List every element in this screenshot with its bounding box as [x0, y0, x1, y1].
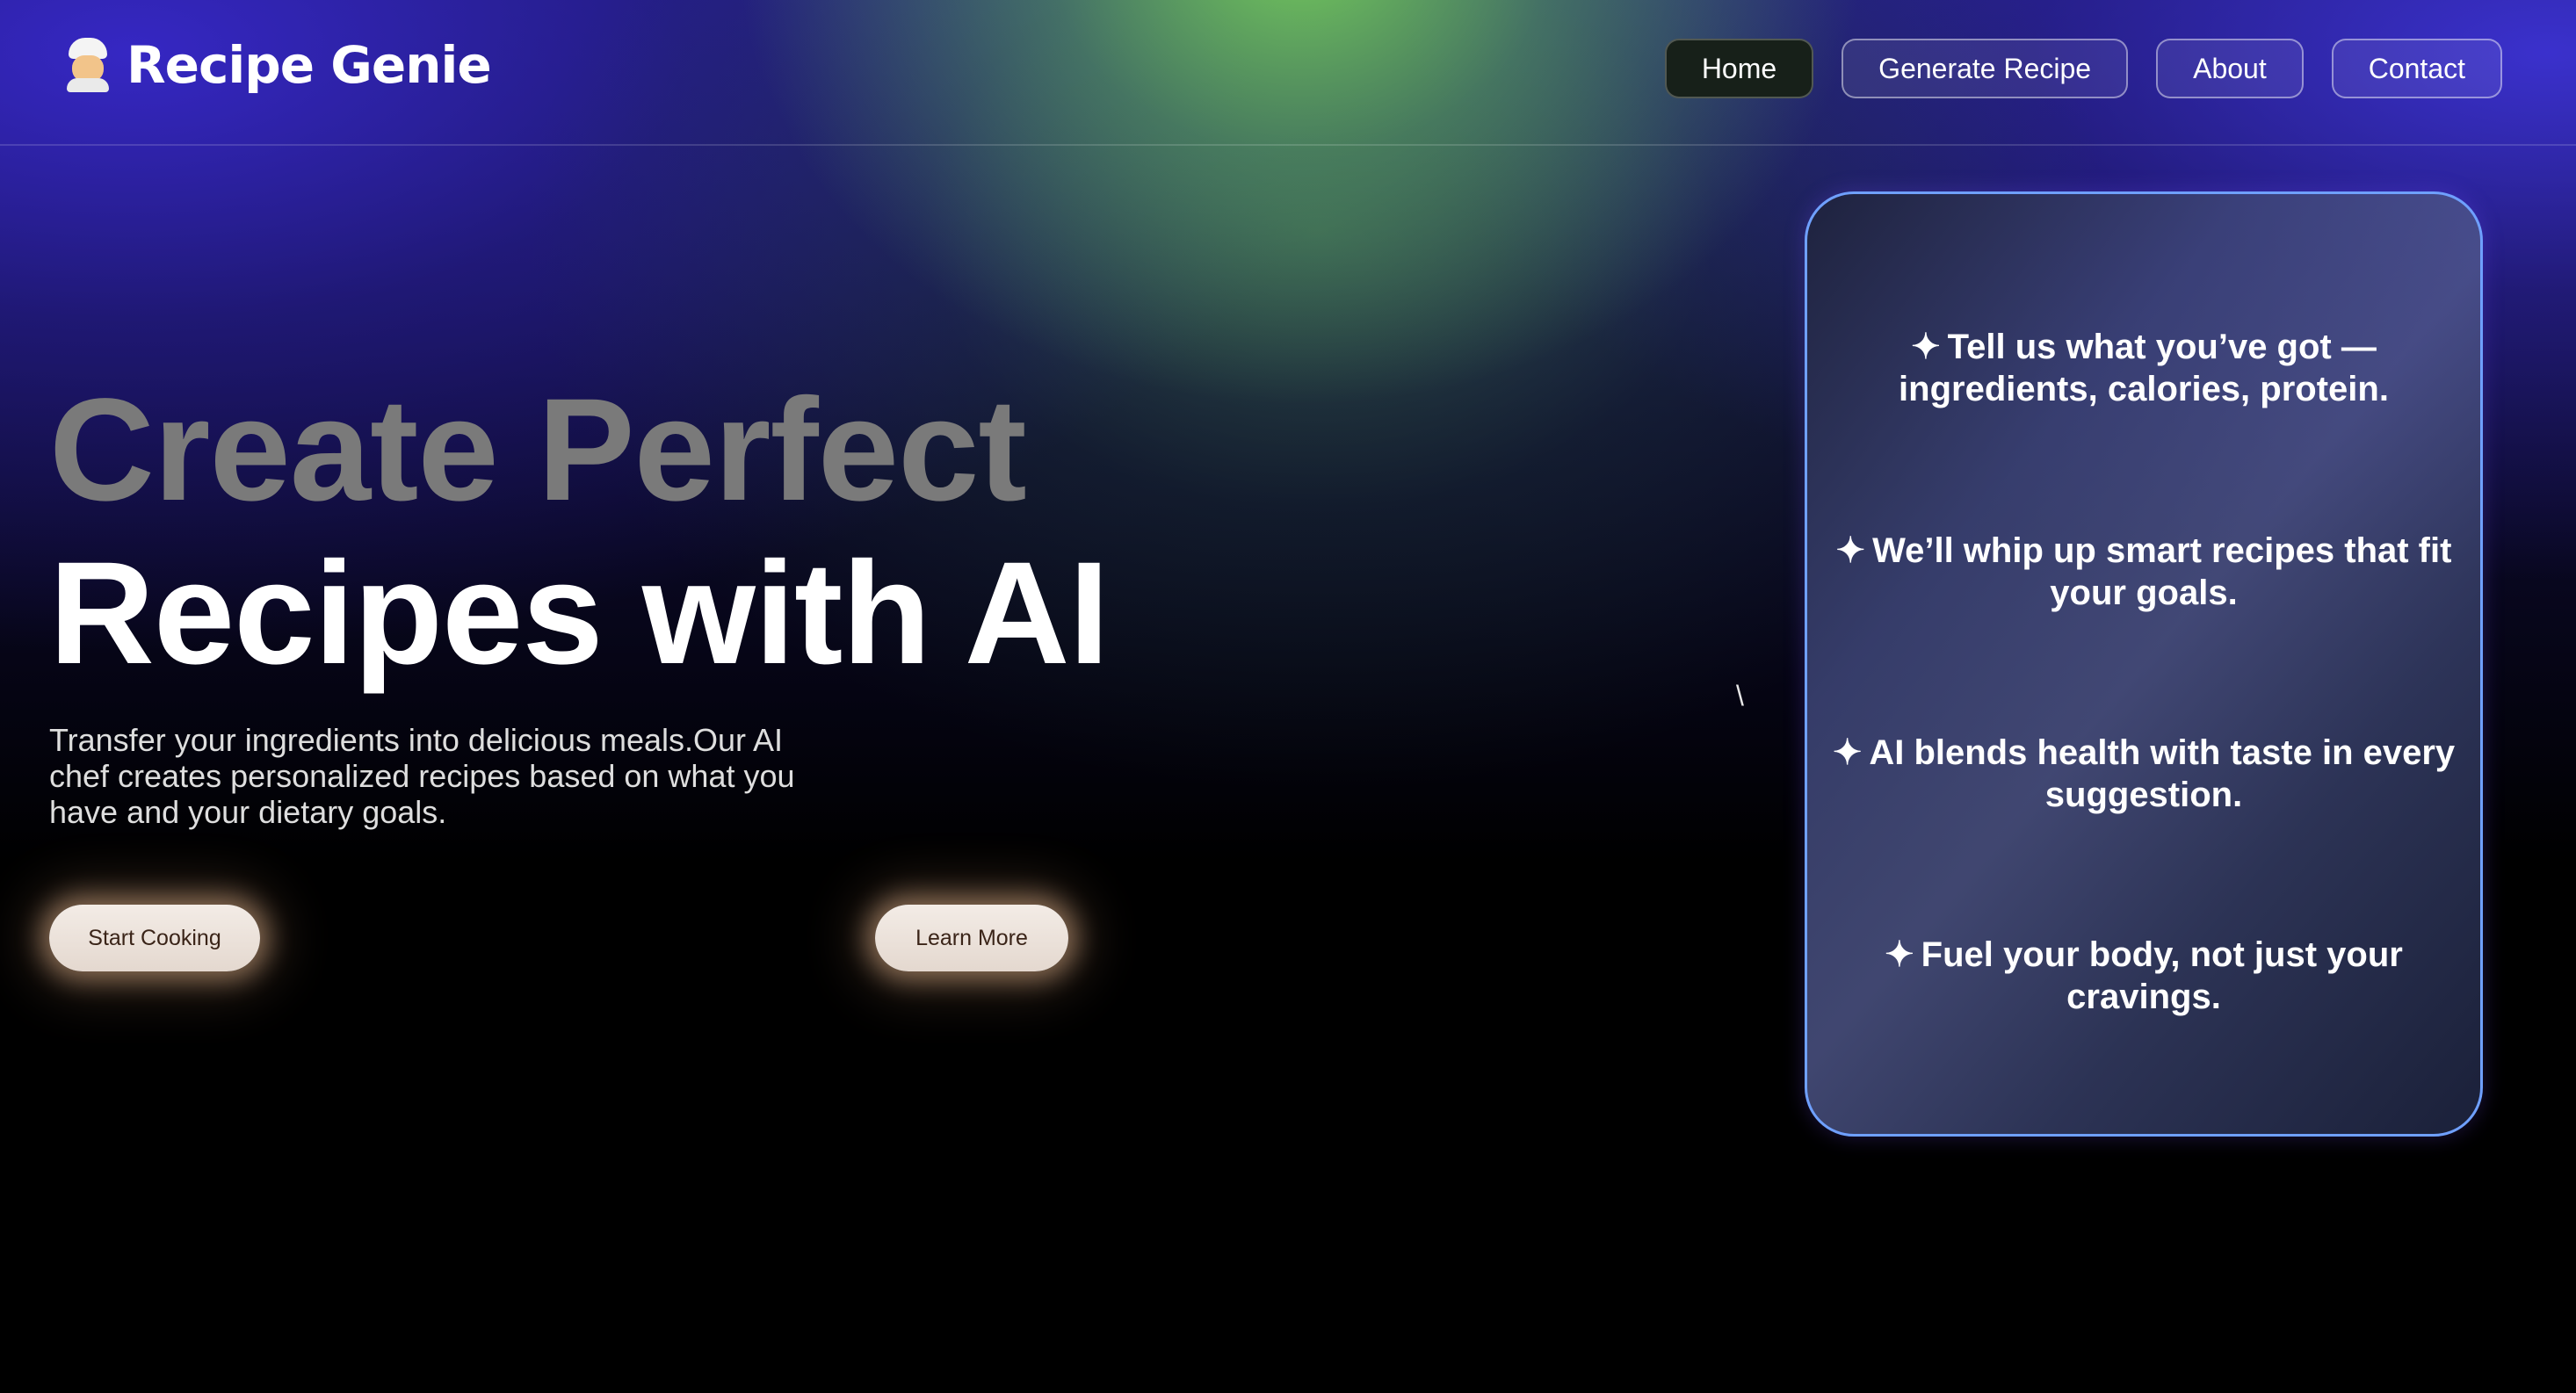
header: Recipe Genie Home Generate Recipe About … [0, 0, 2576, 146]
nav-home[interactable]: Home [1664, 39, 1814, 98]
hero-title-line1: Create Perfect [49, 369, 1027, 531]
sparkle-icon: ✦ [1835, 531, 1866, 570]
chef-icon [63, 38, 112, 92]
hero-title-line2: Recipes with AI [49, 532, 1110, 695]
feature-item: ✦ Fuel your body, not just your cravings. [1807, 934, 2480, 1018]
learn-more-button[interactable]: Learn More [875, 905, 1068, 971]
stray-backslash: \ [1736, 680, 1744, 711]
nav-contact[interactable]: Contact [2331, 39, 2502, 98]
start-cooking-button[interactable]: Start Cooking [49, 905, 260, 971]
hero-description: Transfer your ingredients into delicious… [49, 722, 795, 830]
feature-text: Tell us what you’ve got — ingredients, c… [1899, 328, 2389, 408]
feature-text: We’ll whip up smart recipes that fit you… [1872, 531, 2452, 612]
feature-item: ✦ Tell us what you’ve got — ingredients, … [1807, 326, 2480, 410]
main-nav: Home Generate Recipe About Contact [1664, 39, 2502, 98]
brand[interactable]: Recipe Genie [63, 35, 492, 95]
nav-about[interactable]: About [2156, 39, 2304, 98]
feature-item: ✦ We’ll whip up smart recipes that fit yo… [1807, 530, 2480, 614]
sparkle-icon: ✦ [1832, 733, 1863, 772]
feature-card: ✦ Tell us what you’ve got — ingredients, … [1805, 191, 2483, 1137]
sparkle-icon: ✦ [1911, 328, 1941, 366]
feature-text: Fuel your body, not just your cravings. [1921, 935, 2403, 1016]
brand-name: Recipe Genie [127, 35, 492, 95]
nav-generate-recipe[interactable]: Generate Recipe [1842, 39, 2129, 98]
feature-item: ✦ AI blends health with taste in every su… [1807, 732, 2480, 816]
feature-text: AI blends health with taste in every sug… [1869, 733, 2456, 814]
landing-page: Recipe Genie Home Generate Recipe About … [0, 0, 2576, 1393]
sparkle-icon: ✦ [1885, 935, 1914, 974]
